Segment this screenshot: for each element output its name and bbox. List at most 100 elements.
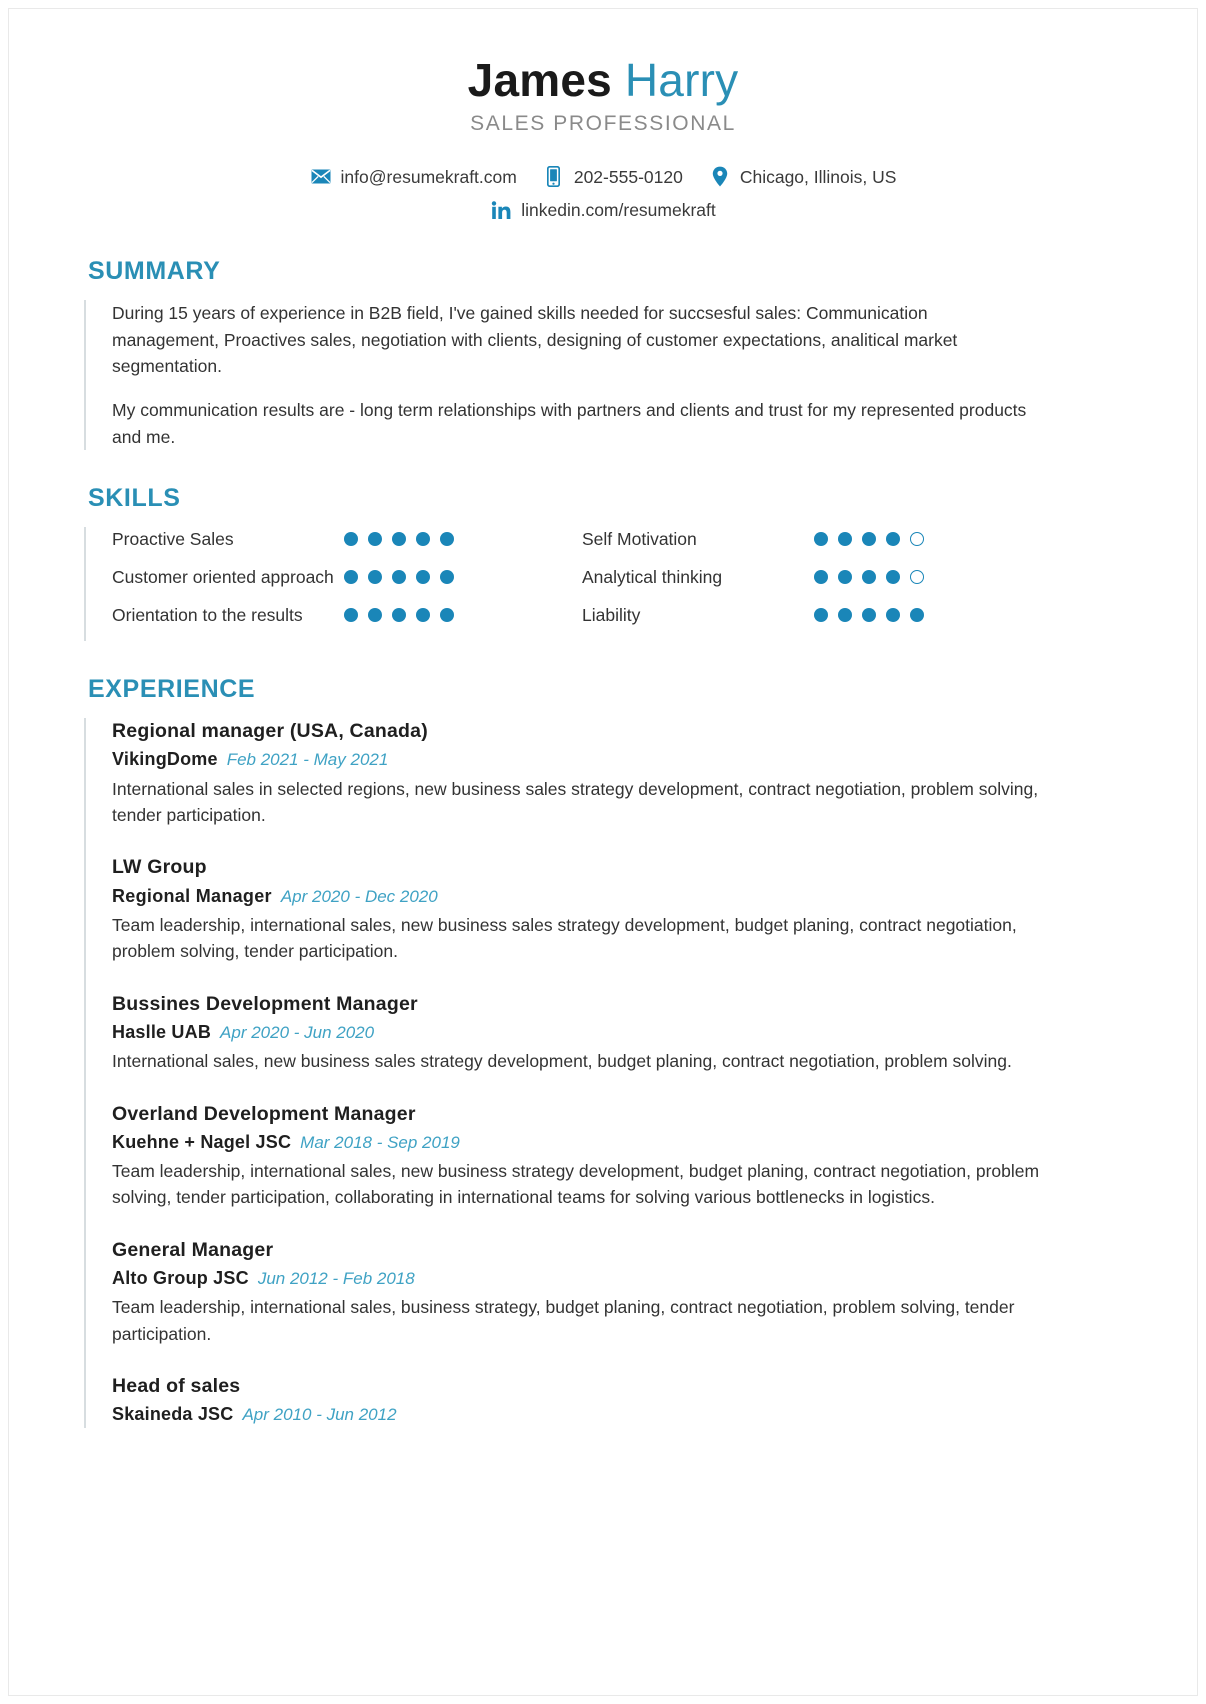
contact-linkedin-text: linkedin.com/resumekraft bbox=[521, 199, 716, 220]
experience-role: Regional manager (USA, Canada) bbox=[112, 720, 428, 743]
contact-location-text: Chicago, Illinois, US bbox=[739, 166, 897, 187]
location-pin-icon bbox=[709, 166, 731, 187]
section-experience: EXPERIENCE Regional manager (USA, Canada… bbox=[0, 675, 1206, 1428]
skill-rating bbox=[814, 527, 924, 547]
skill-rating bbox=[814, 565, 924, 585]
contact-email[interactable]: info@resumekraft.com bbox=[310, 164, 517, 190]
skill-dot-filled bbox=[862, 608, 876, 623]
experience-dates: Feb 2021 - May 2021 bbox=[226, 750, 389, 770]
skill-dot-filled bbox=[862, 570, 876, 585]
experience-company-heading: LW Group bbox=[112, 856, 207, 879]
summary-paragraph: During 15 years of experience in B2B fie… bbox=[112, 303, 958, 377]
candidate-job-title: SALES PROFESSIONAL bbox=[470, 111, 736, 135]
skill-dot-filled bbox=[416, 570, 430, 585]
skill-dot-filled bbox=[344, 608, 358, 623]
skill-dot-filled bbox=[814, 608, 828, 623]
skills-column-right: Self Motivation Analytical thinking Liabil… bbox=[582, 527, 1052, 641]
summary-section-body: During 15 years of experience in B2B fie… bbox=[84, 300, 1206, 451]
skill-label: Analytical thinking bbox=[582, 567, 723, 588]
experience-section-title: EXPERIENCE bbox=[88, 675, 256, 704]
experience-dates: Mar 2018 - Sep 2019 bbox=[300, 1132, 460, 1152]
skill-row: Analytical thinking bbox=[582, 565, 1052, 591]
experience-dates: Apr 2010 - Jun 2012 bbox=[242, 1405, 397, 1425]
skill-label: Customer oriented approach bbox=[112, 567, 334, 588]
skill-dot-filled bbox=[416, 608, 430, 623]
experience-meta: Haslle UAB Apr 2020 - Jun 2020 bbox=[112, 1020, 1206, 1045]
skill-dot-filled bbox=[886, 570, 900, 585]
skill-label: Proactive Sales bbox=[112, 529, 234, 550]
skill-label: Orientation to the results bbox=[112, 605, 303, 626]
skills-column-left: Proactive Sales Customer oriented approac… bbox=[112, 527, 582, 641]
section-skills: SKILLS Proactive Sales Customer oriented … bbox=[0, 484, 1206, 642]
experience-meta: VikingDome Feb 2021 - May 2021 bbox=[112, 747, 1206, 772]
skill-dot-filled bbox=[440, 532, 454, 547]
experience-role: General Manager bbox=[112, 1238, 274, 1261]
experience-item: General Manager Alto Group JSC Jun 2012 - … bbox=[112, 1237, 1206, 1347]
experience-meta: Regional Manager Apr 2020 - Dec 2020 bbox=[112, 884, 1206, 909]
skill-dot-filled bbox=[392, 570, 406, 585]
skill-label: Liability bbox=[582, 605, 641, 626]
experience-company: Haslle UAB bbox=[112, 1021, 212, 1042]
experience-company: VikingDome bbox=[112, 749, 218, 770]
skill-dot-filled bbox=[814, 570, 828, 585]
skill-dot-empty bbox=[910, 532, 924, 547]
contact-linkedin[interactable]: linkedin.com/resumekraft bbox=[490, 197, 716, 223]
skill-rating bbox=[344, 527, 454, 547]
skill-dot-filled bbox=[368, 608, 382, 623]
candidate-last-name: Harry bbox=[624, 54, 739, 106]
linkedin-icon bbox=[490, 200, 512, 220]
candidate-first-name: James bbox=[467, 54, 612, 106]
skill-row: Customer oriented approach bbox=[112, 565, 582, 591]
experience-description: International sales in selected regions,… bbox=[112, 778, 1039, 826]
experience-description: International sales, new business sales … bbox=[112, 1051, 1012, 1072]
experience-company: Skaineda JSC bbox=[112, 1404, 234, 1425]
experience-dates: Apr 2020 - Dec 2020 bbox=[280, 886, 438, 906]
experience-description: Team leadership, international sales, bu… bbox=[112, 1297, 1015, 1344]
skill-dot-filled bbox=[368, 532, 382, 547]
experience-meta: Kuehne + Nagel JSC Mar 2018 - Sep 2019 bbox=[112, 1130, 1206, 1155]
skills-grid: Proactive Sales Customer oriented approac… bbox=[112, 527, 1206, 641]
skill-rating bbox=[344, 603, 454, 623]
contact-line-secondary: linkedin.com/resumekraft bbox=[0, 197, 1206, 223]
skill-row: Self Motivation bbox=[582, 527, 1052, 553]
resume-page: James Harry SALES PROFESSIONAL info@resu… bbox=[0, 0, 1206, 1704]
summary-section-title: SUMMARY bbox=[88, 257, 221, 286]
experience-dates: Jun 2012 - Feb 2018 bbox=[257, 1269, 415, 1289]
skill-dot-filled bbox=[838, 532, 852, 547]
skill-dot-filled bbox=[910, 608, 924, 623]
experience-meta: Skaineda JSC Apr 2010 - Jun 2012 bbox=[112, 1402, 1206, 1427]
experience-item: Bussines Development Manager Haslle UAB Ap… bbox=[112, 991, 1206, 1075]
skill-rating bbox=[344, 565, 454, 585]
skill-dot-filled bbox=[392, 608, 406, 623]
experience-role: Head of sales bbox=[112, 1374, 241, 1397]
experience-item: Overland Development Manager Kuehne + Nag… bbox=[112, 1101, 1206, 1211]
experience-description: Team leadership, international sales, ne… bbox=[112, 915, 1017, 962]
skill-dot-filled bbox=[344, 532, 358, 547]
experience-role: Bussines Development Manager bbox=[112, 992, 418, 1015]
contact-location[interactable]: Chicago, Illinois, US bbox=[709, 164, 897, 190]
experience-meta: Alto Group JSC Jun 2012 - Feb 2018 bbox=[112, 1266, 1206, 1291]
section-summary: SUMMARY During 15 years of experience in… bbox=[0, 257, 1206, 451]
skill-dot-filled bbox=[862, 532, 876, 547]
skill-row: Proactive Sales bbox=[112, 527, 582, 553]
skill-dot-filled bbox=[814, 532, 828, 547]
resume-header: James Harry SALES PROFESSIONAL info@resu… bbox=[0, 0, 1206, 223]
experience-role: Overland Development Manager bbox=[112, 1102, 416, 1125]
contact-line-primary: info@resumekraft.com 202-555-0120 Chicag… bbox=[0, 164, 1206, 190]
experience-company: Kuehne + Nagel JSC bbox=[112, 1131, 292, 1152]
experience-company: Alto Group JSC bbox=[112, 1268, 249, 1289]
skill-dot-filled bbox=[838, 608, 852, 623]
skill-dot-filled bbox=[440, 570, 454, 585]
skill-dot-filled bbox=[440, 608, 454, 623]
contact-email-text: info@resumekraft.com bbox=[340, 166, 517, 187]
contact-info: info@resumekraft.com 202-555-0120 Chicag… bbox=[0, 164, 1206, 224]
contact-phone[interactable]: 202-555-0120 bbox=[543, 164, 683, 190]
skill-dot-filled bbox=[392, 532, 406, 547]
experience-section-body: Regional manager (USA, Canada) VikingDome… bbox=[84, 718, 1206, 1428]
skills-section-body: Proactive Sales Customer oriented approac… bbox=[84, 527, 1206, 642]
skill-dot-filled bbox=[416, 532, 430, 547]
experience-item: Regional manager (USA, Canada) VikingDome… bbox=[112, 718, 1206, 828]
skill-dot-empty bbox=[910, 570, 924, 585]
contact-phone-text: 202-555-0120 bbox=[573, 166, 683, 187]
skill-rating bbox=[814, 603, 924, 623]
